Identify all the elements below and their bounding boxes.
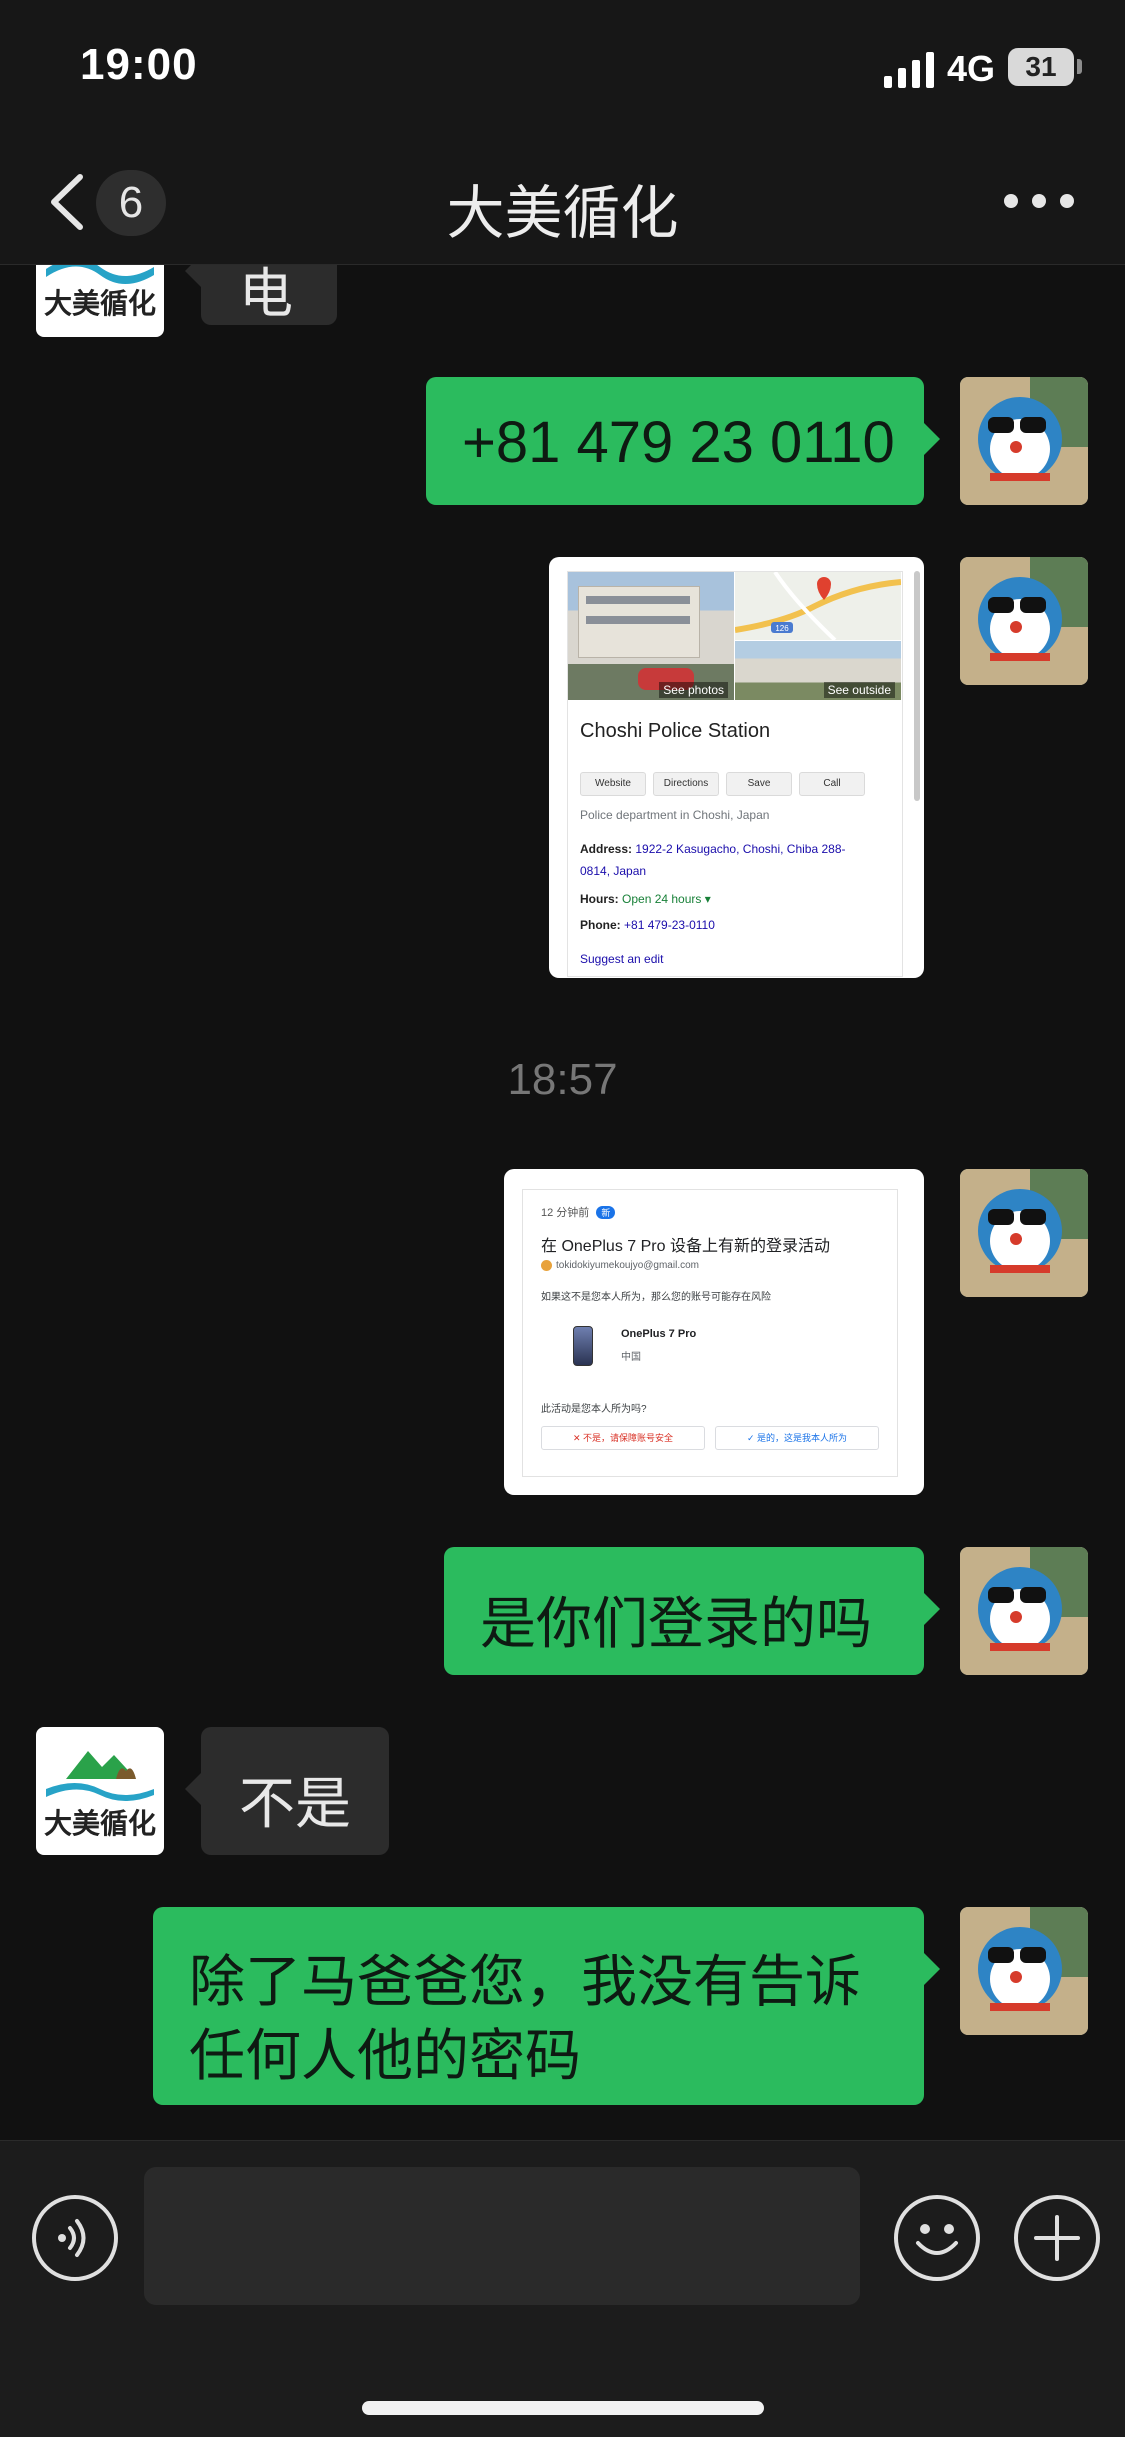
message-text-line-1: 除了马爸爸您，我没有告诉 bbox=[189, 1950, 861, 2013]
place-info-card: See photos 126 See outside Choshi Police… bbox=[567, 570, 903, 977]
outgoing-image-message[interactable]: See photos 126 See outside Choshi Police… bbox=[549, 557, 924, 978]
outgoing-message-bubble[interactable]: 是你们登录的吗 bbox=[444, 1547, 940, 1675]
phone-line: Phone: +81 479-23-0110 bbox=[580, 918, 715, 932]
suggest-edit-link: Suggest an edit bbox=[580, 952, 664, 966]
signal-icon bbox=[884, 52, 934, 88]
message-timestamp: 18:57 bbox=[507, 1055, 618, 1104]
security-alert-card: 12 分钟前 新 在 OnePlus 7 Pro 设备上有新的登录活动 toki… bbox=[522, 1189, 898, 1477]
status-bar: 19:00 4G 31 bbox=[0, 0, 1125, 140]
incoming-message-bubble[interactable]: 电 bbox=[185, 265, 337, 325]
message-text-line-2: 任何人他的密码 bbox=[189, 2024, 581, 2087]
brand-avatar-text: 大美循化 bbox=[44, 287, 156, 320]
place-category: Police department in Choshi, Japan bbox=[580, 808, 770, 822]
account-email: tokidokiyumekoujyo@gmail.com bbox=[541, 1260, 699, 1271]
message-list[interactable]: 大美循化 电 +81 479 23 0110 See photos 126 Se… bbox=[0, 265, 1125, 2140]
call-button: Call bbox=[799, 772, 865, 796]
more-options-icon[interactable] bbox=[1004, 194, 1074, 210]
map-thumbnail: 126 bbox=[734, 570, 902, 642]
image-scrollbar bbox=[914, 571, 920, 801]
see-photos-label: See photos bbox=[659, 682, 728, 698]
contact-avatar[interactable]: 大美循化 bbox=[36, 265, 164, 337]
battery-tip bbox=[1077, 59, 1082, 74]
building-photo: See photos bbox=[568, 572, 734, 700]
voice-icon[interactable] bbox=[32, 2195, 118, 2281]
user-avatar[interactable] bbox=[960, 1169, 1088, 1297]
outgoing-message-bubble[interactable]: 除了马爸爸您，我没有告诉 任何人他的密码 bbox=[153, 1907, 940, 2105]
user-avatar[interactable] bbox=[960, 377, 1088, 505]
emoji-icon[interactable] bbox=[894, 2195, 980, 2281]
message-text: 电 bbox=[239, 265, 293, 324]
device-name: OnePlus 7 Pro bbox=[621, 1328, 697, 1340]
chat-title: 大美循化 bbox=[446, 181, 679, 246]
address-line-2: 0814, Japan bbox=[580, 864, 647, 878]
account-avatar-icon bbox=[541, 1260, 552, 1271]
risk-warning: 如果这不是您本人所为，那么您的账号可能存在风险 bbox=[541, 1292, 771, 1303]
alert-time: 12 分钟前 新 bbox=[541, 1204, 616, 1220]
message-text: 不是 bbox=[239, 1772, 351, 1835]
save-button: Save bbox=[726, 772, 792, 796]
phone-icon bbox=[573, 1326, 593, 1366]
user-avatar[interactable] bbox=[960, 1547, 1088, 1675]
user-avatar[interactable] bbox=[960, 557, 1088, 685]
address-line-1: Address: 1922-2 Kasugacho, Choshi, Chiba… bbox=[580, 842, 846, 856]
user-avatar[interactable] bbox=[960, 1907, 1088, 2035]
see-outside-label: See outside bbox=[823, 682, 895, 698]
status-time: 19:00 bbox=[80, 40, 198, 89]
place-name: Choshi Police Station bbox=[580, 720, 771, 742]
chat-header: 6 大美循化 bbox=[0, 140, 1125, 265]
confirm-button: ✓ 是的，这是我本人所为 bbox=[715, 1426, 879, 1450]
battery-icon: 31 bbox=[1008, 48, 1074, 86]
network-type: 4G bbox=[947, 48, 996, 89]
hours-line: Hours: Open 24 hours ▾ bbox=[580, 892, 711, 906]
outgoing-message-bubble[interactable]: +81 479 23 0110 bbox=[426, 377, 940, 505]
message-text: 是你们登录的吗 bbox=[480, 1592, 872, 1655]
road-label: 126 bbox=[775, 624, 789, 633]
outside-photo: See outside bbox=[735, 641, 901, 700]
alert-headline: 在 OnePlus 7 Pro 设备上有新的登录活动 bbox=[541, 1238, 830, 1255]
contact-avatar[interactable]: 大美循化 bbox=[36, 1727, 164, 1855]
website-button: Website bbox=[580, 772, 646, 796]
activity-question: 此活动是您本人所为吗? bbox=[541, 1404, 647, 1415]
plus-icon[interactable] bbox=[1014, 2195, 1100, 2281]
home-indicator[interactable] bbox=[362, 2401, 764, 2415]
message-input-bar bbox=[0, 2140, 1125, 2437]
message-input[interactable] bbox=[144, 2167, 860, 2305]
outgoing-image-message[interactable]: 12 分钟前 新 在 OnePlus 7 Pro 设备上有新的登录活动 toki… bbox=[504, 1169, 924, 1495]
brand-avatar-text: 大美循化 bbox=[44, 1807, 156, 1840]
deny-button: ✕ 不是，请保障账号安全 bbox=[541, 1426, 705, 1450]
directions-button: Directions bbox=[653, 772, 719, 796]
incoming-message-bubble[interactable]: 不是 bbox=[185, 1727, 389, 1855]
message-text: +81 479 23 0110 bbox=[462, 410, 895, 475]
new-badge: 新 bbox=[596, 1206, 616, 1219]
device-location: 中国 bbox=[621, 1352, 641, 1363]
